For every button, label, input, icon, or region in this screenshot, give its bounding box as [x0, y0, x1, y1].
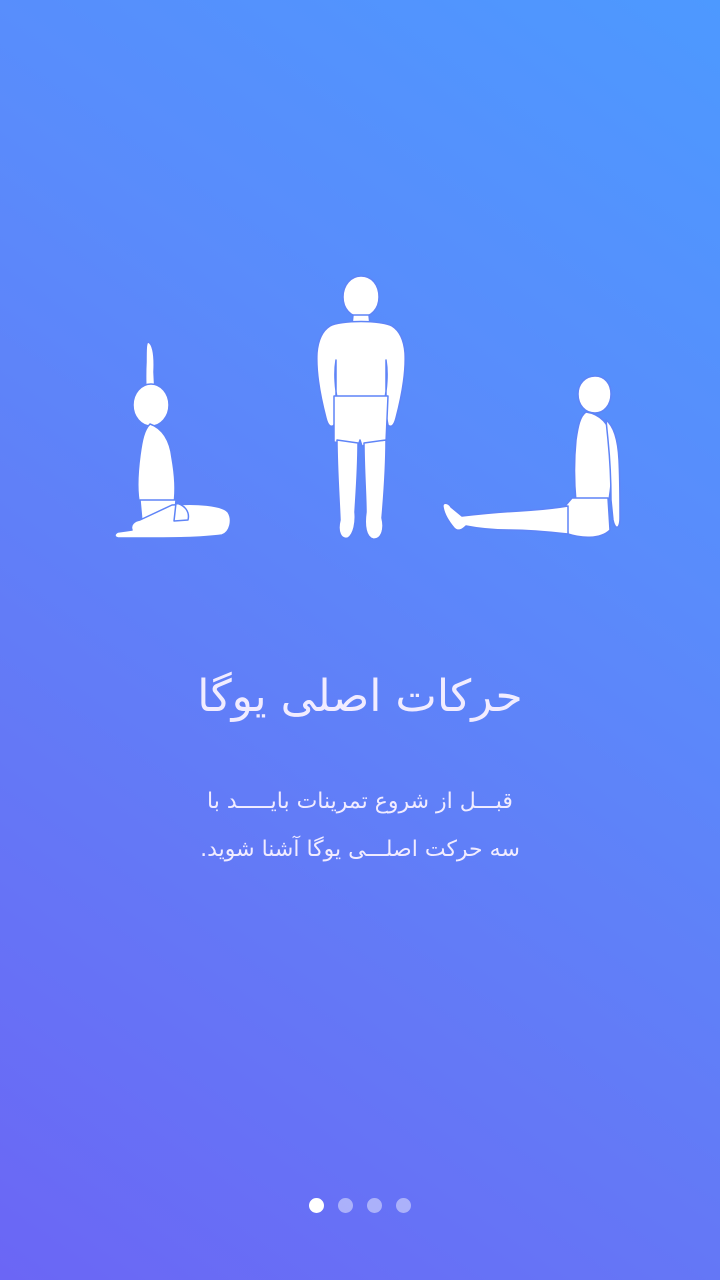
- page-dot-3[interactable]: [367, 1198, 382, 1213]
- kneeling-arm-raise-pose-icon: [114, 341, 232, 539]
- page-indicator: [0, 1198, 720, 1214]
- page-dot-4[interactable]: [396, 1198, 411, 1213]
- onboarding-screen: حرکات اصلی یوگا قبـــل از شروع تمرینات ب…: [0, 0, 720, 1280]
- page-dot-2[interactable]: [338, 1198, 353, 1213]
- page-dot-1[interactable]: [309, 1198, 324, 1213]
- yoga-illustration: [114, 275, 621, 540]
- seated-leg-stretch-pose-icon: [442, 375, 621, 538]
- description-line-2: سه حرکت اصلـــی یوگا آشنا شوید.: [200, 837, 520, 862]
- onboarding-description: قبـــل از شروع تمرینات بایـــــد با سه ح…: [160, 778, 560, 874]
- description-line-1: قبـــل از شروع تمرینات بایـــــد با: [207, 789, 513, 814]
- onboarding-title: حرکات اصلی یوگا: [197, 671, 523, 722]
- standing-pose-icon: [316, 275, 406, 540]
